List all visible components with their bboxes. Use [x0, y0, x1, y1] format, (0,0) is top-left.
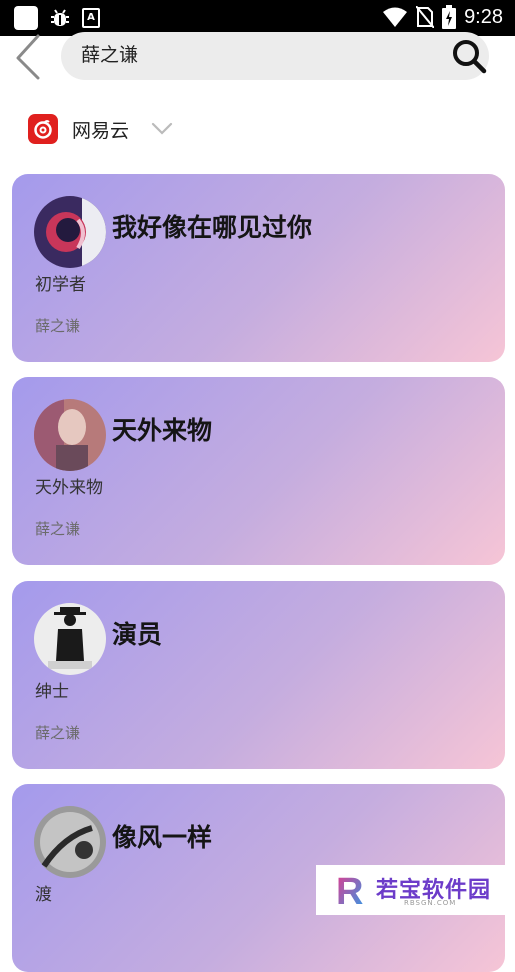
search-icon[interactable]	[451, 38, 487, 74]
status-time: 9:28	[464, 5, 503, 28]
watermark-subtext: RBSGN.COM	[404, 899, 457, 907]
cover-image	[34, 196, 106, 268]
watermark: R 若宝软件园 RBSGN.COM	[316, 865, 515, 915]
wifi-icon	[383, 7, 408, 27]
battery-charging-icon	[442, 5, 457, 29]
search-query: 薛之谦	[81, 44, 139, 66]
status-bar: A 9:28	[0, 0, 515, 36]
cover-image	[34, 399, 106, 471]
artist-name: 薛之谦	[35, 317, 81, 335]
a-icon: A	[82, 8, 100, 28]
no-sim-icon	[416, 6, 435, 28]
song-card[interactable]: 我好像在哪见过你 初学者 薛之谦	[12, 174, 505, 362]
song-card[interactable]: 天外来物 天外来物 薛之谦	[12, 377, 505, 565]
song-title: 天外来物	[112, 416, 213, 445]
watermark-logo: R	[336, 871, 363, 909]
song-title: 像风一样	[112, 823, 213, 852]
cover-image	[34, 806, 106, 878]
source-selector[interactable]: 网易云	[28, 112, 173, 146]
svg-text:R: R	[336, 871, 363, 909]
search-input[interactable]: 薛之谦	[61, 32, 489, 80]
song-card[interactable]: 演员 绅士 薛之谦	[12, 581, 505, 769]
album-name: 绅士	[35, 682, 69, 702]
album-name: 天外来物	[35, 478, 103, 498]
chevron-down-icon[interactable]	[151, 122, 173, 136]
artist-name: 薛之谦	[35, 520, 81, 538]
cover-image	[34, 603, 106, 675]
artist-name: 薛之谦	[35, 724, 81, 742]
bug-icon	[51, 9, 69, 26]
album-name: 初学者	[35, 275, 86, 295]
album-name: 渡	[35, 885, 52, 905]
song-title: 演员	[112, 620, 163, 649]
square-icon	[14, 6, 38, 30]
back-button[interactable]	[10, 34, 50, 80]
song-title: 我好像在哪见过你	[112, 213, 313, 242]
source-label: 网易云	[72, 119, 130, 142]
netease-cloud-music-icon	[28, 114, 58, 144]
